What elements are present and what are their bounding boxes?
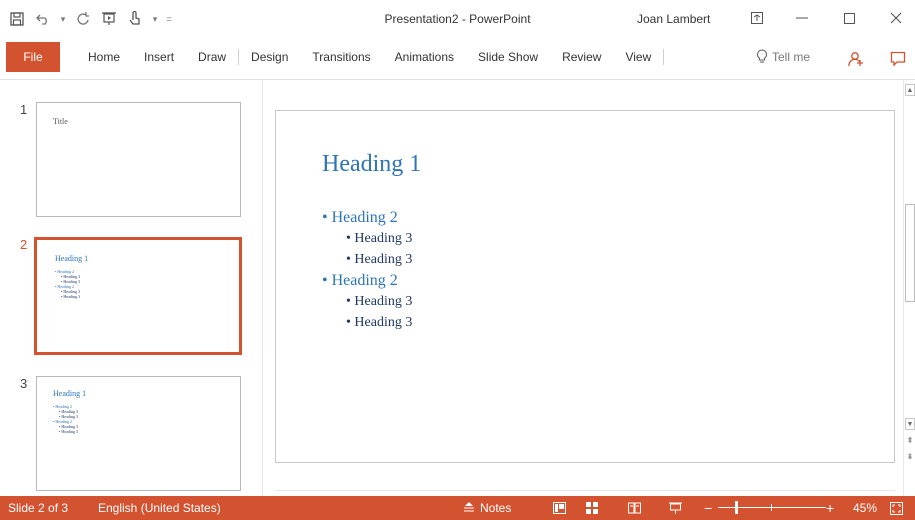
close-icon[interactable] — [877, 6, 915, 30]
lightbulb-icon — [756, 48, 768, 66]
scrollbar-thumb[interactable] — [905, 204, 915, 302]
status-bar: Slide 2 of 3 English (United States) Not… — [0, 496, 915, 520]
ribbon-display-options-icon[interactable] — [738, 6, 776, 30]
slide-thumbnail-pane: 1 Title 2 Heading 1 • Heading 2 • Headin… — [0, 80, 262, 496]
ribbon-divider — [663, 49, 665, 65]
language-indicator[interactable]: English (United States) — [98, 496, 221, 520]
zoom-out-button[interactable]: − — [704, 496, 712, 520]
tab-home[interactable]: Home — [76, 42, 132, 72]
tell-me-label: Tell me — [772, 50, 811, 64]
window-title: Presentation2 - PowerPoint — [384, 12, 531, 26]
save-icon[interactable] — [6, 9, 28, 29]
undo-dropdown-icon[interactable]: ▾ — [58, 9, 68, 29]
thumbnail-number: 2 — [20, 237, 28, 252]
maximize-icon[interactable] — [830, 6, 868, 30]
tab-design[interactable]: Design — [239, 42, 300, 72]
redo-icon[interactable] — [72, 9, 94, 29]
notes-icon — [463, 501, 475, 515]
thumbnail-content: Heading 1 • Heading 2 • Heading 3 • Head… — [55, 254, 88, 299]
tab-view[interactable]: View — [613, 42, 663, 72]
current-slide[interactable]: Heading 1 • Heading 2 • Heading 3 • Head… — [275, 110, 895, 463]
slide-title[interactable]: Heading 1 — [322, 151, 421, 178]
share-icon[interactable] — [845, 48, 867, 70]
bullet-level-3: • Heading 3 — [346, 252, 413, 267]
slide-editing-area: Heading 1 • Heading 2 • Heading 3 • Head… — [263, 80, 903, 496]
vertical-scrollbar[interactable]: ▲ ▼ ⇞ ⇟ — [903, 80, 915, 496]
fit-slide-to-window-icon[interactable] — [888, 500, 904, 516]
slide-position[interactable]: Slide 2 of 3 — [8, 496, 68, 520]
scroll-up-icon[interactable]: ▲ — [905, 84, 915, 96]
thumbnail-number: 3 — [20, 376, 28, 391]
tab-review[interactable]: Review — [550, 42, 613, 72]
bullet-level-3: • Heading 3 — [346, 294, 413, 309]
zoom-slider-thumb[interactable] — [735, 501, 738, 514]
comments-icon[interactable] — [887, 48, 909, 70]
bullet-level-3: • Heading 3 — [346, 315, 413, 330]
title-bar: ▾ ▾ = Presentation2 - PowerPoint Joan La… — [0, 0, 915, 38]
touch-mode-dropdown-icon[interactable]: ▾ — [150, 9, 160, 29]
file-tab[interactable]: File — [6, 42, 60, 72]
tab-draw[interactable]: Draw — [186, 42, 238, 72]
tab-insert[interactable]: Insert — [132, 42, 186, 72]
customize-qat-icon[interactable]: = — [164, 9, 174, 29]
bullet-level-3: • Heading 3 — [346, 231, 413, 246]
tab-slide-show[interactable]: Slide Show — [466, 42, 550, 72]
ribbon: File Home Insert Draw Design Transitions… — [0, 38, 915, 80]
zoom-in-button[interactable]: + — [826, 496, 834, 520]
zoom-slider-midpoint — [771, 504, 772, 511]
previous-slide-icon[interactable]: ⇞ — [905, 436, 915, 446]
undo-icon[interactable] — [32, 9, 54, 29]
thumbnail-line: • Heading 3 — [61, 294, 80, 299]
thumbnail-content: Heading 1 • Heading 2 • Heading 3 • Head… — [53, 389, 86, 434]
tab-animations[interactable]: Animations — [383, 42, 466, 72]
bullet-level-2: • Heading 2 — [322, 272, 398, 289]
zoom-level[interactable]: 45% — [853, 496, 877, 520]
thumbnail-line: • Heading 3 — [59, 429, 78, 434]
slide-content-placeholder[interactable]: • Heading 2 • Heading 3 • Heading 3 • He… — [322, 207, 412, 333]
thumbnail-title: Title — [53, 117, 68, 126]
thumbnail-heading: Heading 1 — [55, 254, 89, 263]
start-from-beginning-icon[interactable] — [98, 9, 120, 29]
next-slide-icon[interactable]: ⇟ — [905, 452, 915, 462]
notes-button[interactable]: Notes — [463, 496, 511, 520]
reading-view-icon[interactable] — [626, 500, 642, 516]
slide-thumbnail-3[interactable]: Heading 1 • Heading 2 • Heading 3 • Head… — [36, 376, 241, 491]
ribbon-tabs: Home Insert Draw Design Transitions Anim… — [76, 42, 665, 72]
normal-view-icon[interactable] — [551, 500, 567, 516]
notes-pane-edge — [275, 490, 895, 491]
tell-me-box[interactable]: Tell me — [756, 42, 810, 72]
tab-transitions[interactable]: Transitions — [300, 42, 382, 72]
slide-sorter-view-icon[interactable] — [584, 500, 600, 516]
bullet-level-2: • Heading 2 — [322, 209, 398, 226]
user-name[interactable]: Joan Lambert — [637, 12, 710, 26]
thumbnail-number: 1 — [20, 102, 28, 117]
minimize-icon[interactable] — [783, 6, 821, 30]
notes-label: Notes — [480, 501, 512, 515]
slide-thumbnail-2[interactable]: Heading 1 • Heading 2 • Heading 3 • Head… — [34, 237, 242, 355]
touch-mouse-mode-icon[interactable] — [124, 9, 146, 29]
slide-show-icon[interactable] — [667, 500, 683, 516]
scroll-down-icon[interactable]: ▼ — [905, 418, 915, 430]
thumbnail-heading: Heading 1 — [53, 389, 87, 398]
slide-thumbnail-1[interactable]: Title — [36, 102, 241, 217]
quick-access-toolbar: ▾ ▾ = — [6, 9, 174, 29]
